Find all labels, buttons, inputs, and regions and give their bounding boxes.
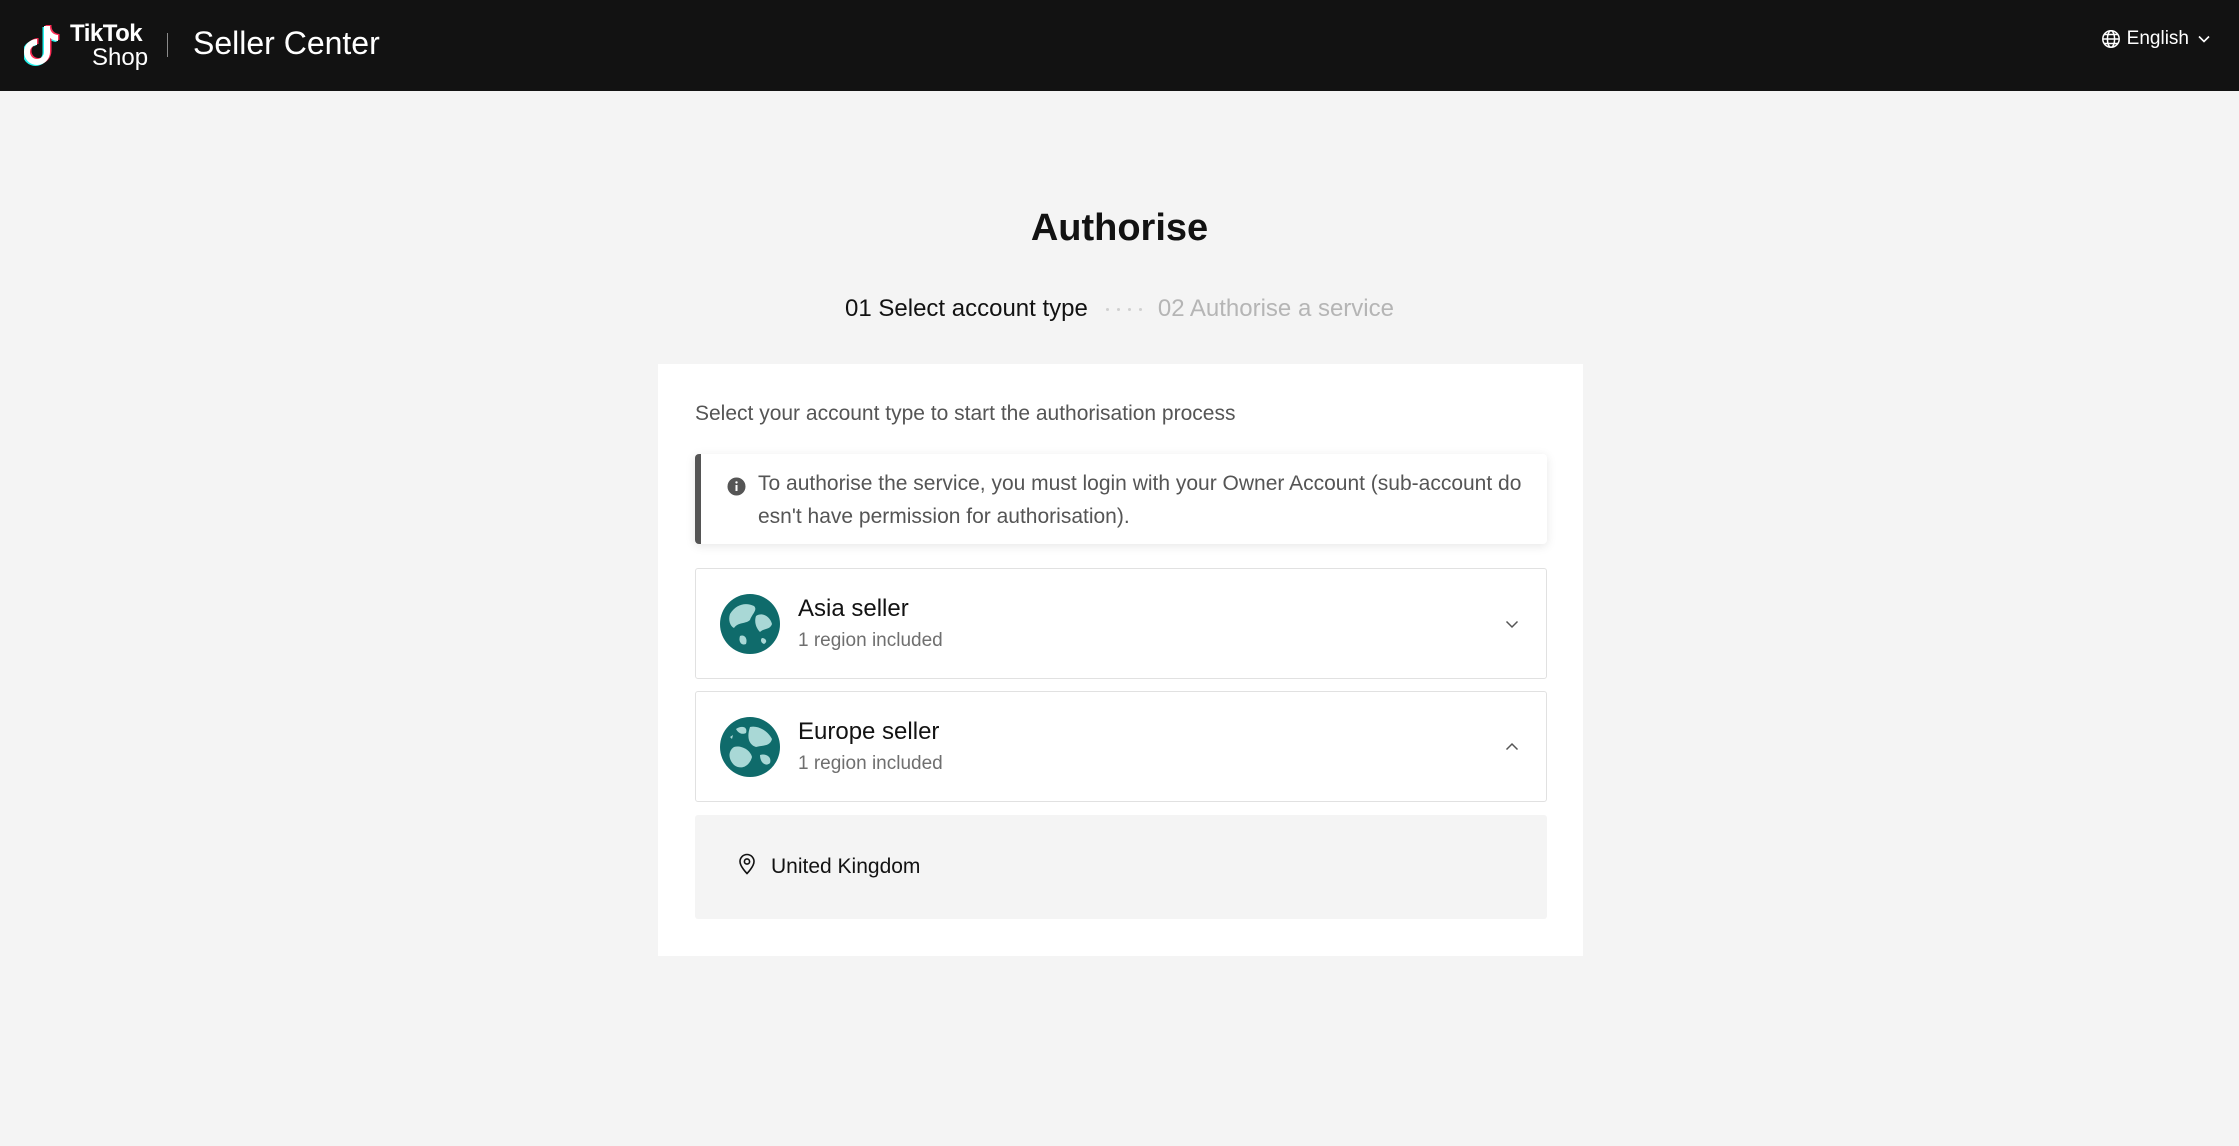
tiktok-shop-logo[interactable]: TikTok Shop	[22, 22, 148, 70]
account-option-asia-seller[interactable]: Asia seller 1 region included	[695, 568, 1547, 679]
language-label: English	[2126, 28, 2189, 49]
language-selector[interactable]: English	[2101, 28, 2211, 50]
step-indicator: 01 Select account type 02 Authorise a se…	[0, 295, 2239, 323]
globe-asia-icon	[720, 594, 780, 654]
notice-text: To authorise the service, you must login…	[758, 472, 1522, 528]
globe-icon	[2101, 29, 2121, 49]
step-connector	[1105, 307, 1142, 311]
globe-europe-icon	[720, 717, 780, 777]
info-icon	[727, 477, 746, 501]
account-option-name: Europe seller	[798, 718, 940, 745]
account-option-region-count: 1 region included	[798, 630, 943, 651]
tiktok-logo-icon	[22, 22, 66, 70]
card-instructions: Select your account type to start the au…	[695, 402, 1236, 425]
chevron-up-icon[interactable]	[1504, 739, 1520, 760]
top-navigation-bar: TikTok Shop Seller Center English	[0, 0, 2239, 91]
logo-line-1: TikTok	[70, 20, 143, 47]
page-title: Authorise	[1030, 207, 1209, 249]
logo-wordmark: TikTok Shop	[70, 22, 148, 70]
account-option-name: Asia seller	[798, 595, 909, 622]
step-1-label: 01 Select account type	[845, 295, 1088, 322]
step-2-label: 02 Authorise a service	[1157, 295, 1394, 322]
logo-line-2: Shop	[92, 44, 149, 71]
chevron-down-icon	[2197, 32, 2211, 46]
app-title: Seller Center	[193, 25, 380, 61]
owner-account-notice: To authorise the service, you must login…	[695, 454, 1547, 544]
europe-regions-panel: United Kingdom	[695, 815, 1547, 919]
account-option-europe-seller[interactable]: Europe seller 1 region included	[695, 691, 1547, 802]
account-type-card: Select your account type to start the au…	[658, 364, 1583, 956]
header-divider	[167, 33, 168, 57]
chevron-down-icon[interactable]	[1504, 616, 1520, 637]
location-pin-icon	[737, 853, 771, 881]
region-name: United Kingdom	[771, 855, 921, 878]
account-option-region-count: 1 region included	[798, 753, 943, 774]
region-item-united-kingdom[interactable]: United Kingdom	[737, 853, 920, 881]
